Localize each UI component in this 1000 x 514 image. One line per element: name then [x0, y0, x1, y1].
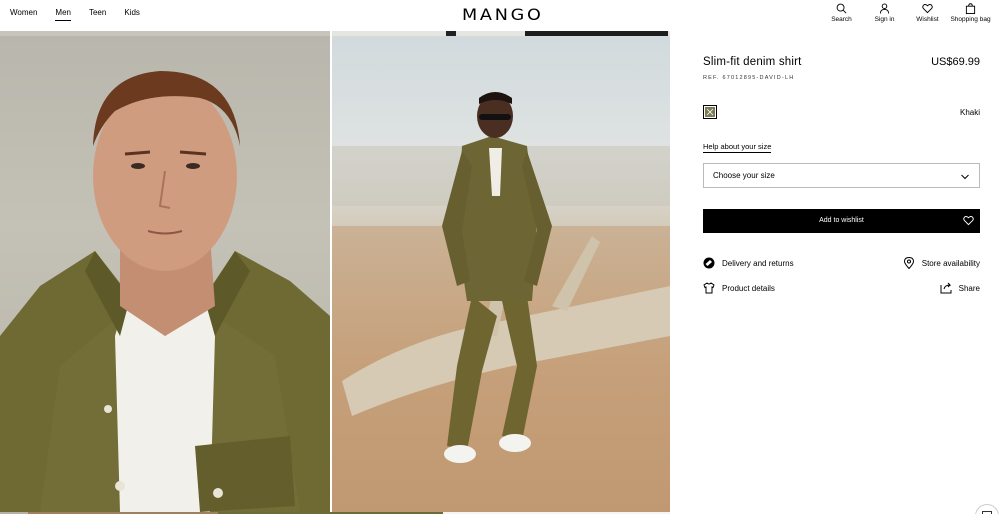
shirt-icon — [703, 282, 715, 294]
swatch-fill — [705, 107, 715, 117]
location-pin-icon — [903, 257, 914, 269]
signin-label: Sign in — [874, 16, 895, 23]
product-image-closeup[interactable] — [0, 36, 330, 512]
signin-button[interactable]: Sign in — [863, 3, 906, 23]
selected-mark-icon — [706, 108, 714, 116]
product-image-fullbody[interactable] — [332, 36, 670, 512]
product-title: Slim-fit denim shirt — [703, 56, 802, 68]
nav-men[interactable]: Men — [55, 8, 71, 21]
delivery-icon — [703, 257, 715, 269]
header-tools: Search Sign in Wishlist Shopping bag — [820, 3, 992, 23]
size-select-placeholder: Choose your size — [713, 171, 775, 180]
product-ref: REF. 67012895-DAVID-LH — [703, 75, 795, 81]
heart-icon — [922, 4, 933, 14]
nav-kids[interactable]: Kids — [124, 8, 140, 21]
add-button-label: Add to wishlist — [819, 217, 864, 224]
product-price: US$69.99 — [931, 56, 980, 68]
product-info-panel: Slim-fit denim shirt US$69.99 REF. 67012… — [703, 0, 980, 514]
main-nav: Women Men Teen Kids — [10, 8, 140, 21]
model-fullbody-illustration — [332, 92, 670, 512]
details-label: Product details — [722, 283, 775, 293]
delivery-label: Delivery and returns — [722, 258, 794, 268]
share-label: Share — [958, 283, 980, 293]
delivery-returns-link[interactable]: Delivery and returns — [703, 257, 794, 269]
wishlist-label: Wishlist — [916, 16, 939, 23]
product-gallery — [0, 0, 670, 514]
bag-icon — [965, 3, 976, 14]
add-to-wishlist-button[interactable]: Add to wishlist — [703, 209, 980, 233]
site-header: Women Men Teen Kids MANGO Search Sign in… — [0, 0, 1000, 31]
color-name: Khaki — [959, 108, 980, 117]
shopping-bag-button[interactable]: Shopping bag — [949, 3, 992, 23]
color-swatch-khaki[interactable] — [703, 105, 717, 119]
wishlist-button[interactable]: Wishlist — [906, 3, 949, 23]
search-label: Search — [831, 16, 852, 23]
search-icon — [836, 3, 847, 14]
share-link[interactable]: Share — [940, 282, 980, 294]
nav-women[interactable]: Women — [10, 8, 37, 21]
model-closeup-illustration — [0, 71, 330, 512]
nav-teen[interactable]: Teen — [89, 8, 106, 21]
heart-icon[interactable] — [963, 215, 974, 226]
product-details-link[interactable]: Product details — [703, 282, 775, 294]
store-label: Store availability — [921, 258, 980, 268]
search-button[interactable]: Search — [820, 3, 863, 23]
bag-label: Shopping bag — [950, 16, 991, 23]
size-select[interactable]: Choose your size — [703, 163, 980, 188]
share-icon — [940, 282, 952, 294]
chevron-down-icon — [961, 174, 969, 180]
brand-logo[interactable]: MANGO — [462, 5, 544, 24]
store-availability-link[interactable]: Store availability — [903, 257, 980, 269]
user-icon — [879, 3, 890, 14]
size-help-link[interactable]: Help about your size — [703, 142, 772, 153]
